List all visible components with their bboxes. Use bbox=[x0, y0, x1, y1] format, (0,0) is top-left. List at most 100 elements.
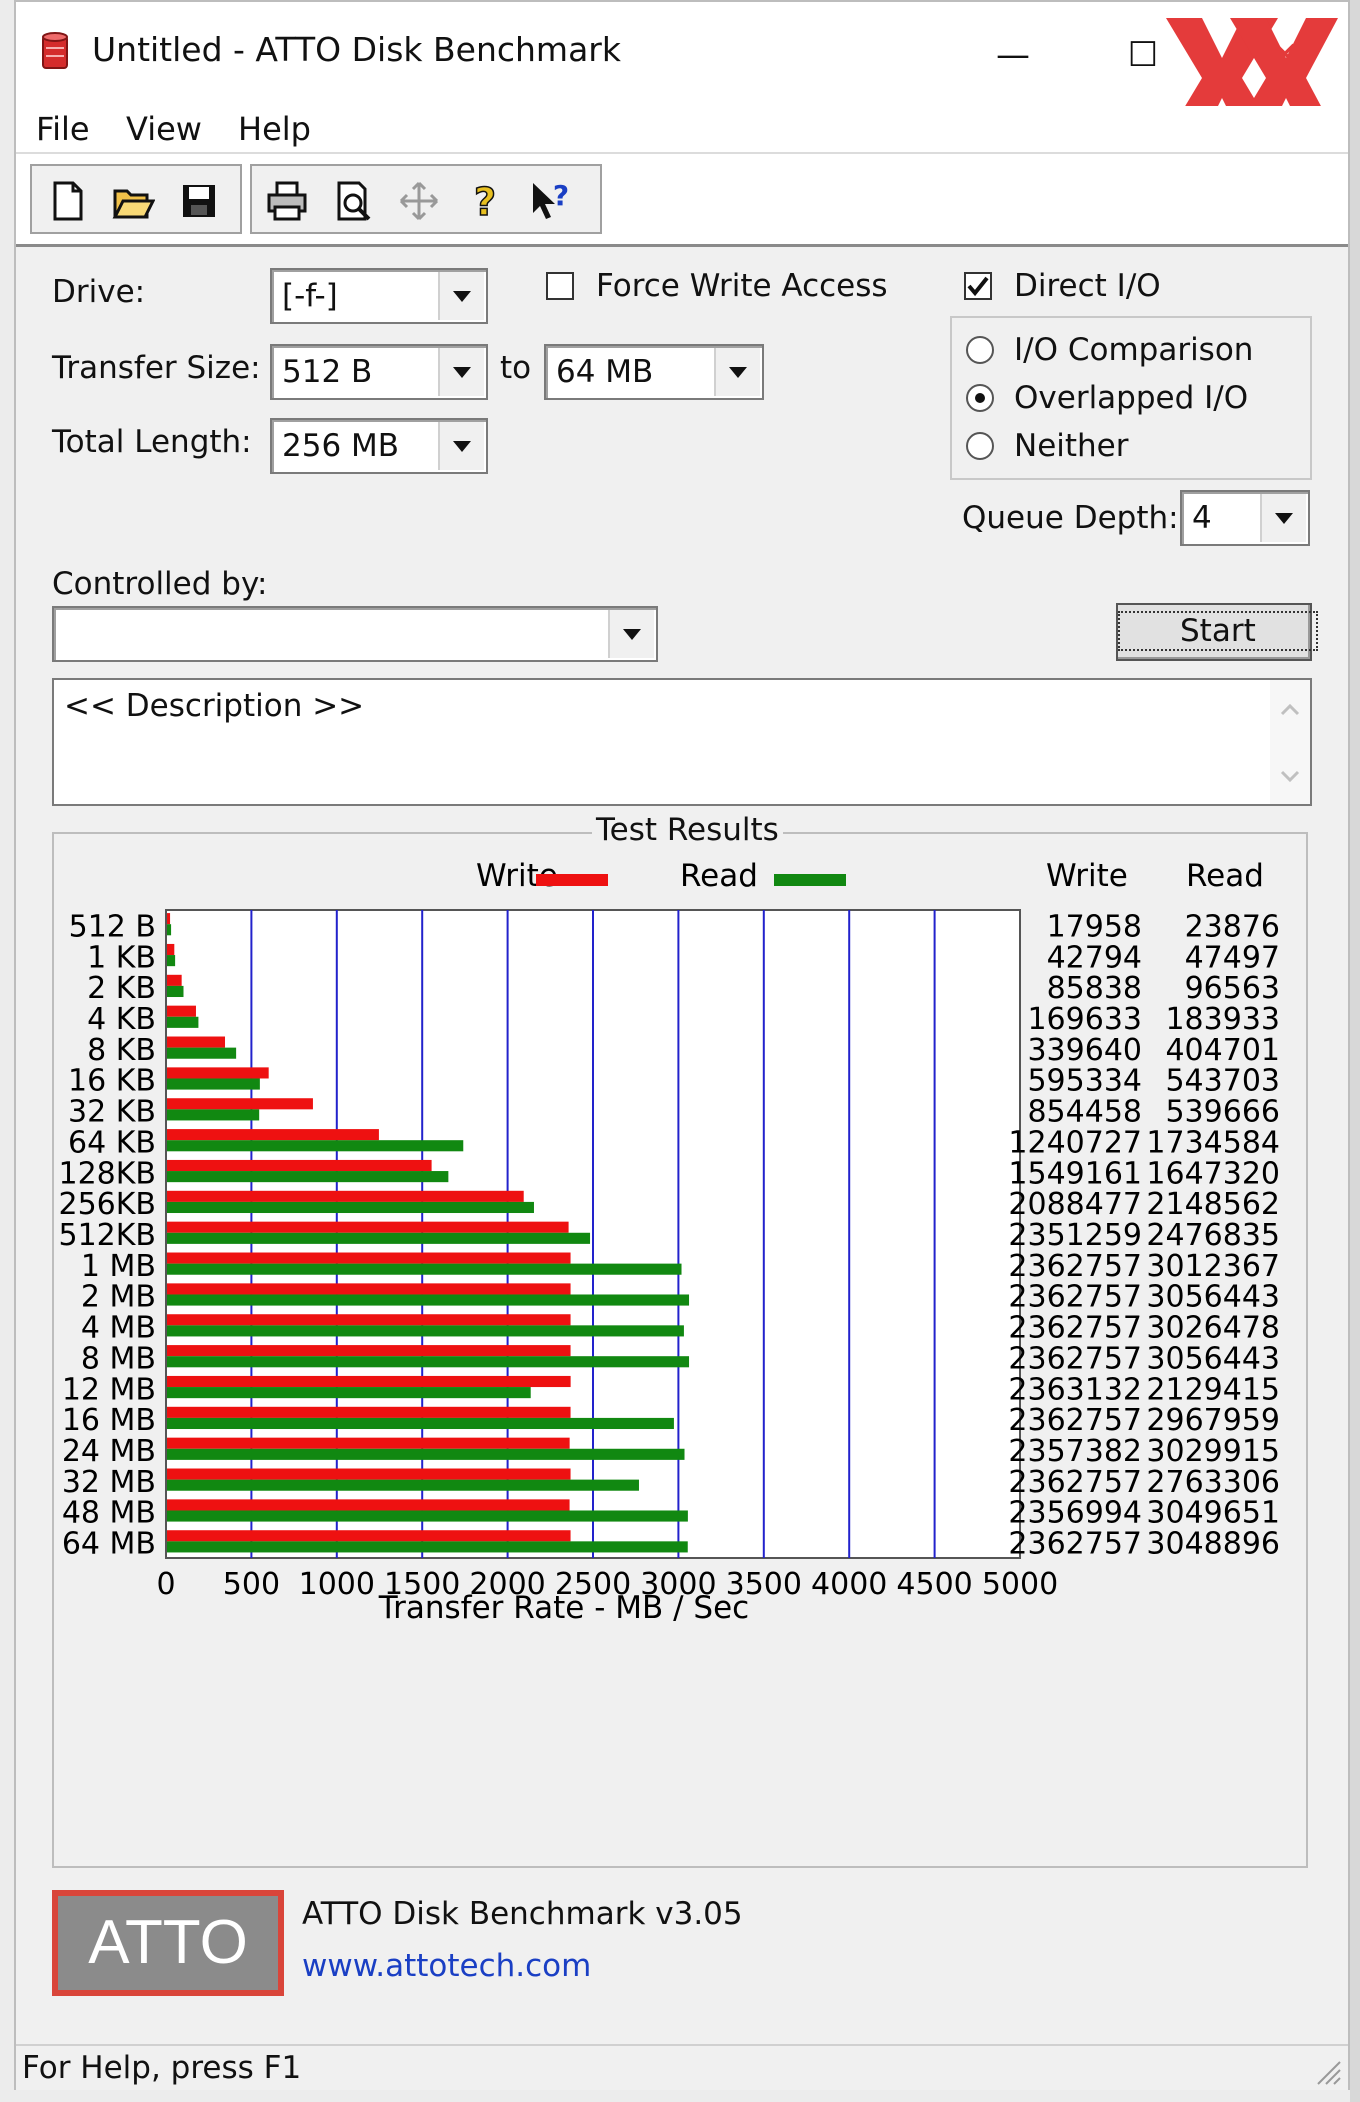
write-bar bbox=[167, 1345, 571, 1357]
help-icon[interactable]: ? bbox=[456, 174, 514, 228]
chevron-down-icon[interactable] bbox=[438, 348, 484, 396]
open-icon[interactable] bbox=[104, 174, 162, 228]
queue-depth-label: Queue Depth: bbox=[962, 500, 1179, 536]
drive-value: [-f-] bbox=[282, 278, 338, 314]
write-bar bbox=[167, 1067, 269, 1079]
write-value: 2362757 bbox=[1008, 1403, 1142, 1438]
read-bar bbox=[167, 1140, 464, 1152]
write-value: 1549161 bbox=[1008, 1156, 1142, 1191]
start-button[interactable]: Start bbox=[1116, 603, 1318, 661]
print-preview-icon[interactable] bbox=[324, 174, 382, 228]
write-value: 2363132 bbox=[1008, 1372, 1142, 1407]
x-tick-label: 0 bbox=[156, 1567, 175, 1602]
queue-depth-select[interactable]: 4 bbox=[1180, 490, 1310, 546]
results-chart: Write Read Write Read 512 B1 KB2 KB4 KB8… bbox=[58, 858, 1280, 1626]
write-value: 595334 bbox=[1027, 1064, 1142, 1099]
svg-text:?: ? bbox=[553, 179, 569, 212]
category-label: 1 MB bbox=[81, 1249, 156, 1284]
read-value: 96563 bbox=[1185, 971, 1280, 1006]
atto-logo-text: ATTO bbox=[58, 1896, 278, 1990]
description-scrollbar[interactable] bbox=[1270, 680, 1310, 804]
write-value: 2088477 bbox=[1008, 1187, 1142, 1222]
read-value: 2967959 bbox=[1146, 1403, 1280, 1438]
total-length-select[interactable]: 256 MB bbox=[270, 418, 488, 474]
write-bar bbox=[167, 1129, 379, 1141]
resize-grip-icon[interactable] bbox=[1312, 2056, 1342, 2086]
queue-depth-value: 4 bbox=[1192, 500, 1212, 536]
write-value: 17958 bbox=[1047, 909, 1142, 944]
context-help-icon[interactable]: ? bbox=[522, 174, 580, 228]
write-value: 2362757 bbox=[1008, 1341, 1142, 1376]
drive-select[interactable]: [-f-] bbox=[270, 268, 488, 324]
category-label: 16 MB bbox=[62, 1403, 156, 1438]
atto-logo: ATTO bbox=[52, 1890, 284, 1996]
website-link[interactable]: www.attotech.com bbox=[302, 1948, 591, 1984]
write-value: 2362757 bbox=[1008, 1465, 1142, 1500]
menu-view[interactable]: View bbox=[126, 106, 202, 152]
chevron-down-icon[interactable] bbox=[1260, 494, 1306, 542]
menu-file[interactable]: File bbox=[36, 106, 90, 152]
overlapped-io-label: Overlapped I/O bbox=[1014, 380, 1249, 416]
radio-io-comparison[interactable] bbox=[966, 336, 994, 364]
write-bar bbox=[167, 1221, 569, 1233]
read-bar bbox=[167, 1510, 688, 1522]
x-tick-label: 5000 bbox=[982, 1567, 1058, 1602]
direct-io-checkbox[interactable] bbox=[964, 272, 992, 300]
category-label: 4 KB bbox=[87, 1002, 156, 1037]
x-tick-label: 4000 bbox=[811, 1567, 887, 1602]
move-icon[interactable] bbox=[390, 174, 448, 228]
chevron-down-icon[interactable] bbox=[438, 422, 484, 470]
write-value: 2357382 bbox=[1008, 1434, 1142, 1469]
read-bar bbox=[167, 924, 172, 936]
write-value: 1240727 bbox=[1008, 1125, 1142, 1160]
read-value: 1647320 bbox=[1146, 1156, 1280, 1191]
io-comparison-label: I/O Comparison bbox=[1014, 332, 1254, 368]
controlled-by-select[interactable] bbox=[52, 606, 658, 662]
chevron-down-icon[interactable] bbox=[438, 272, 484, 320]
write-value: 854458 bbox=[1027, 1095, 1142, 1130]
category-label: 512KB bbox=[58, 1218, 156, 1253]
write-bar bbox=[167, 913, 171, 925]
minimize-button[interactable]: — bbox=[968, 20, 1058, 90]
transfer-size-from-select[interactable]: 512 B bbox=[270, 344, 488, 400]
write-bar bbox=[167, 1005, 196, 1017]
transfer-size-to-select[interactable]: 64 MB bbox=[544, 344, 764, 400]
print-icon[interactable] bbox=[258, 174, 316, 228]
category-label: 12 MB bbox=[62, 1372, 156, 1407]
category-label: 8 MB bbox=[81, 1341, 156, 1376]
write-value: 85838 bbox=[1047, 971, 1142, 1006]
radio-overlapped-io[interactable] bbox=[966, 384, 994, 412]
write-bar bbox=[167, 1283, 571, 1295]
read-value: 3056443 bbox=[1146, 1280, 1280, 1315]
description-textarea[interactable]: << Description >> bbox=[52, 678, 1312, 806]
read-value: 3029915 bbox=[1146, 1434, 1280, 1469]
col-read-header: Read bbox=[1186, 858, 1264, 894]
radio-neither[interactable] bbox=[966, 432, 994, 460]
chevron-down-icon[interactable] bbox=[608, 610, 654, 658]
read-bar bbox=[167, 1201, 534, 1214]
write-bar bbox=[167, 1036, 226, 1048]
force-write-checkbox[interactable] bbox=[546, 272, 574, 300]
write-value: 2362757 bbox=[1008, 1527, 1142, 1562]
new-icon[interactable] bbox=[38, 174, 96, 228]
read-value: 47497 bbox=[1185, 940, 1280, 975]
read-value: 1734584 bbox=[1146, 1125, 1280, 1160]
write-bar bbox=[167, 974, 182, 986]
category-label: 8 KB bbox=[87, 1033, 156, 1068]
category-label: 32 MB bbox=[62, 1465, 156, 1500]
read-value: 2476835 bbox=[1146, 1218, 1280, 1253]
read-bar bbox=[167, 1078, 260, 1090]
chevron-down-icon[interactable] bbox=[714, 348, 760, 396]
save-icon[interactable] bbox=[170, 174, 228, 228]
category-label: 256KB bbox=[58, 1187, 156, 1222]
svg-text:?: ? bbox=[474, 180, 496, 223]
legend-read-label: Read bbox=[680, 858, 758, 894]
category-label: 32 KB bbox=[68, 1095, 156, 1130]
category-label: 64 KB bbox=[68, 1125, 156, 1160]
write-bar bbox=[167, 1530, 571, 1542]
write-value: 42794 bbox=[1047, 940, 1142, 975]
menu-help[interactable]: Help bbox=[238, 106, 311, 152]
read-bar bbox=[167, 1109, 260, 1121]
write-bar bbox=[167, 1252, 571, 1264]
read-bar bbox=[167, 1294, 690, 1306]
